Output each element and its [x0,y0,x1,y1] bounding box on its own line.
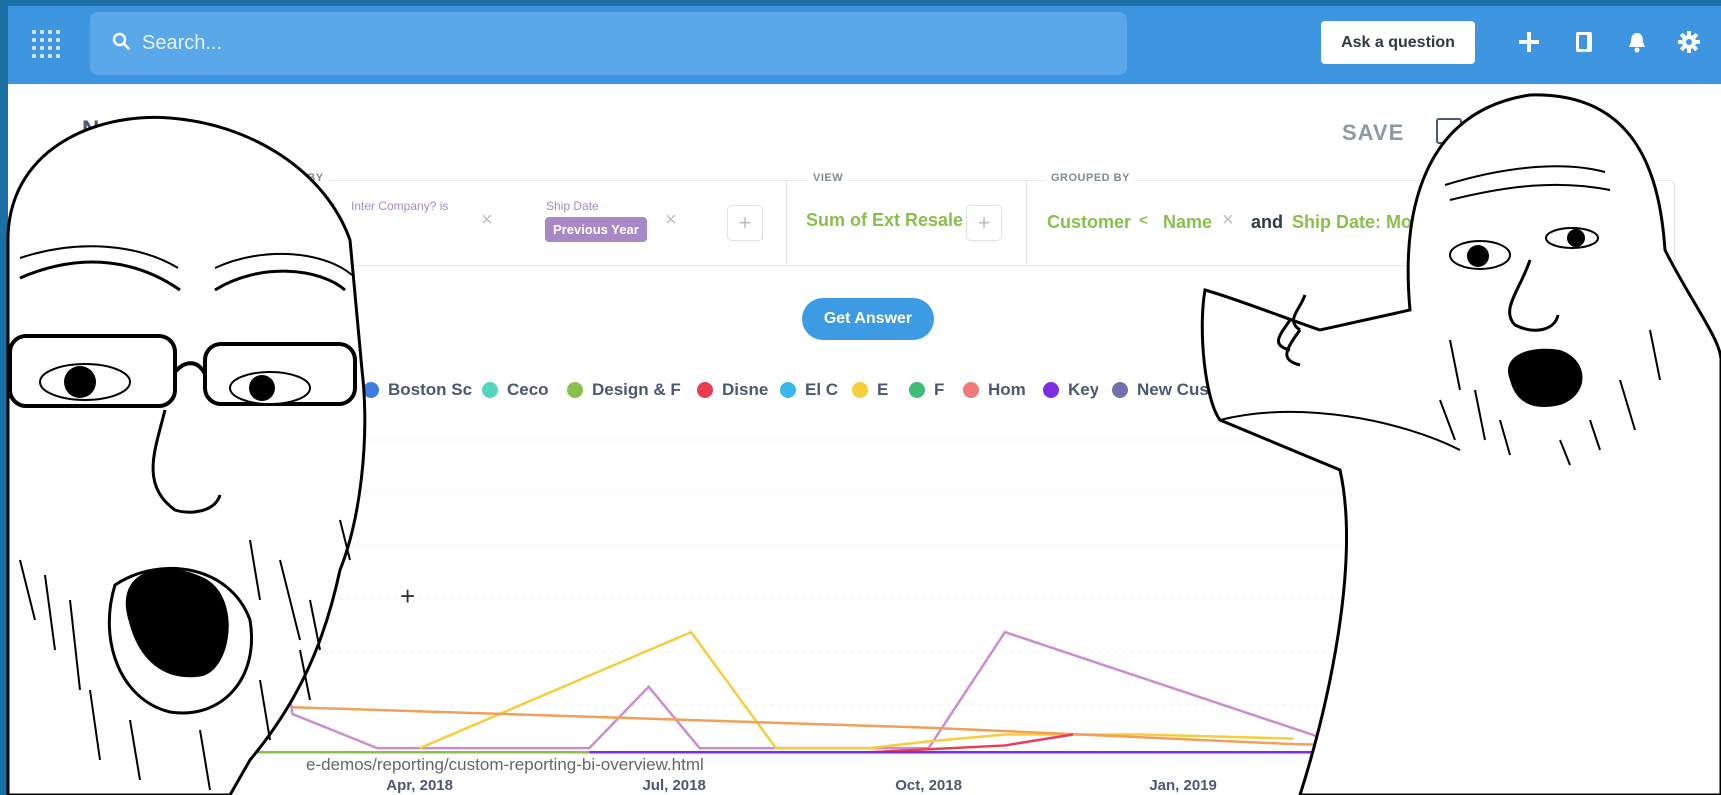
remove-grouping-icon[interactable]: × [1222,209,1234,232]
legend-dot [363,382,379,398]
legend-dot [567,382,583,398]
filter-ship-date-label[interactable]: Ship Date [546,199,599,213]
x-tick-label: Oct, 2018 [895,777,962,794]
legend-item[interactable]: Design & F [567,379,681,401]
window-frame-left [0,0,8,795]
line-chart: Apr, 2018 Jul, 2018 Oct, 2018 Jan, 2019 Apr,… [250,439,1481,794]
legend-item[interactable]: Disne [697,379,768,401]
series-line-1[interactable] [419,630,1294,750]
view-label: VIEW [808,172,849,184]
bell-icon[interactable] [1624,29,1650,55]
sidebar-toggle-icon[interactable] [1436,118,1462,144]
watermark-url: e-demos/reporting/custom-reporting-bi-ov… [306,755,704,774]
group-ship-date[interactable]: Ship Date: Mon [1292,212,1414,233]
ask-a-question-button[interactable]: Ask a question [1321,21,1475,64]
remove-filter-icon[interactable]: × [665,209,677,232]
x-tick-label: Jul, 2018 [642,777,705,794]
legend-item[interactable]: E [852,379,888,401]
add-metric-button[interactable]: + [966,205,1002,241]
legend-label: El C [805,380,839,399]
section-divider [786,180,787,264]
series-line-0[interactable] [250,440,1480,750]
legend-item[interactable]: Ceco [482,379,549,401]
legend-dot [963,382,979,398]
legend-dot [482,382,498,398]
crosshair-cursor-icon: + [400,581,416,611]
legend-label: Test C [1322,380,1373,399]
legend-item[interactable]: Hom [963,379,1026,401]
x-tick-label: Apr, 2019 [1404,777,1471,794]
notebook-icon[interactable] [1572,29,1598,55]
search-icon [112,32,130,50]
filter-inter-company[interactable]: Inter Company? is [351,199,448,213]
filter-ship-date-value[interactable]: Previous Year [545,217,647,242]
legend-dot [780,382,796,398]
legend-item[interactable]: Test C [1297,379,1374,401]
legend-label: Disne [722,380,768,399]
legend-label: E [877,380,889,399]
legend-label: Hom [988,380,1026,399]
legend-item[interactable]: Boston Sc [363,379,472,401]
legend-item[interactable]: Key [1043,379,1098,401]
remove-filter-icon[interactable]: × [481,209,493,232]
legend-label: Boston Sc [388,380,473,399]
grouped-by-label: GROUPED BY [1046,172,1135,184]
legend-dot [852,382,868,398]
group-customer[interactable]: Customer [1047,212,1131,233]
filtered-by-label: RED BY [274,172,329,184]
search-bar[interactable]: Search... [90,12,1127,75]
legend-label: Ceco [507,380,549,399]
legend-item[interactable]: New Cust [1112,379,1221,401]
view-metric[interactable]: Sum of Ext Resale [806,210,963,231]
group-name[interactable]: Name [1163,212,1212,233]
add-filter-button[interactable]: + [727,205,763,241]
x-tick-label: Jan, 2019 [1149,777,1217,794]
connection-icon: < [328,199,336,214]
legend-dot [697,382,713,398]
legend-item[interactable]: El C [780,379,838,401]
legend-dot [1297,382,1313,398]
legend-label: F [934,380,945,399]
save-button[interactable]: SAVE [1342,120,1404,146]
section-divider [1026,180,1027,264]
fk-connection-icon: < [1139,212,1148,229]
question-title: N [82,116,100,143]
legend-item[interactable]: F [909,379,944,401]
legend-dot [1112,382,1128,398]
metabase-logo-icon[interactable] [30,28,64,62]
get-answer-button[interactable]: Get Answer [802,298,934,340]
legend-label: Rec [1251,380,1283,399]
legend-dot [1043,382,1059,398]
plus-icon[interactable] [1516,29,1542,55]
legend-item[interactable]: Rec [1226,379,1284,401]
x-tick-label: Apr, 2018 [386,777,453,794]
legend-label: Key [1068,380,1098,399]
legend-dot [1226,382,1242,398]
gear-icon[interactable] [1676,29,1702,55]
legend-label: Design & F [592,380,681,399]
top-nav-bar: Search... Ask a question [8,6,1721,84]
group-and: and [1251,212,1284,232]
legend-label: New Cust [1137,380,1215,399]
search-input[interactable]: Search... [142,32,222,55]
legend-dot [909,382,925,398]
